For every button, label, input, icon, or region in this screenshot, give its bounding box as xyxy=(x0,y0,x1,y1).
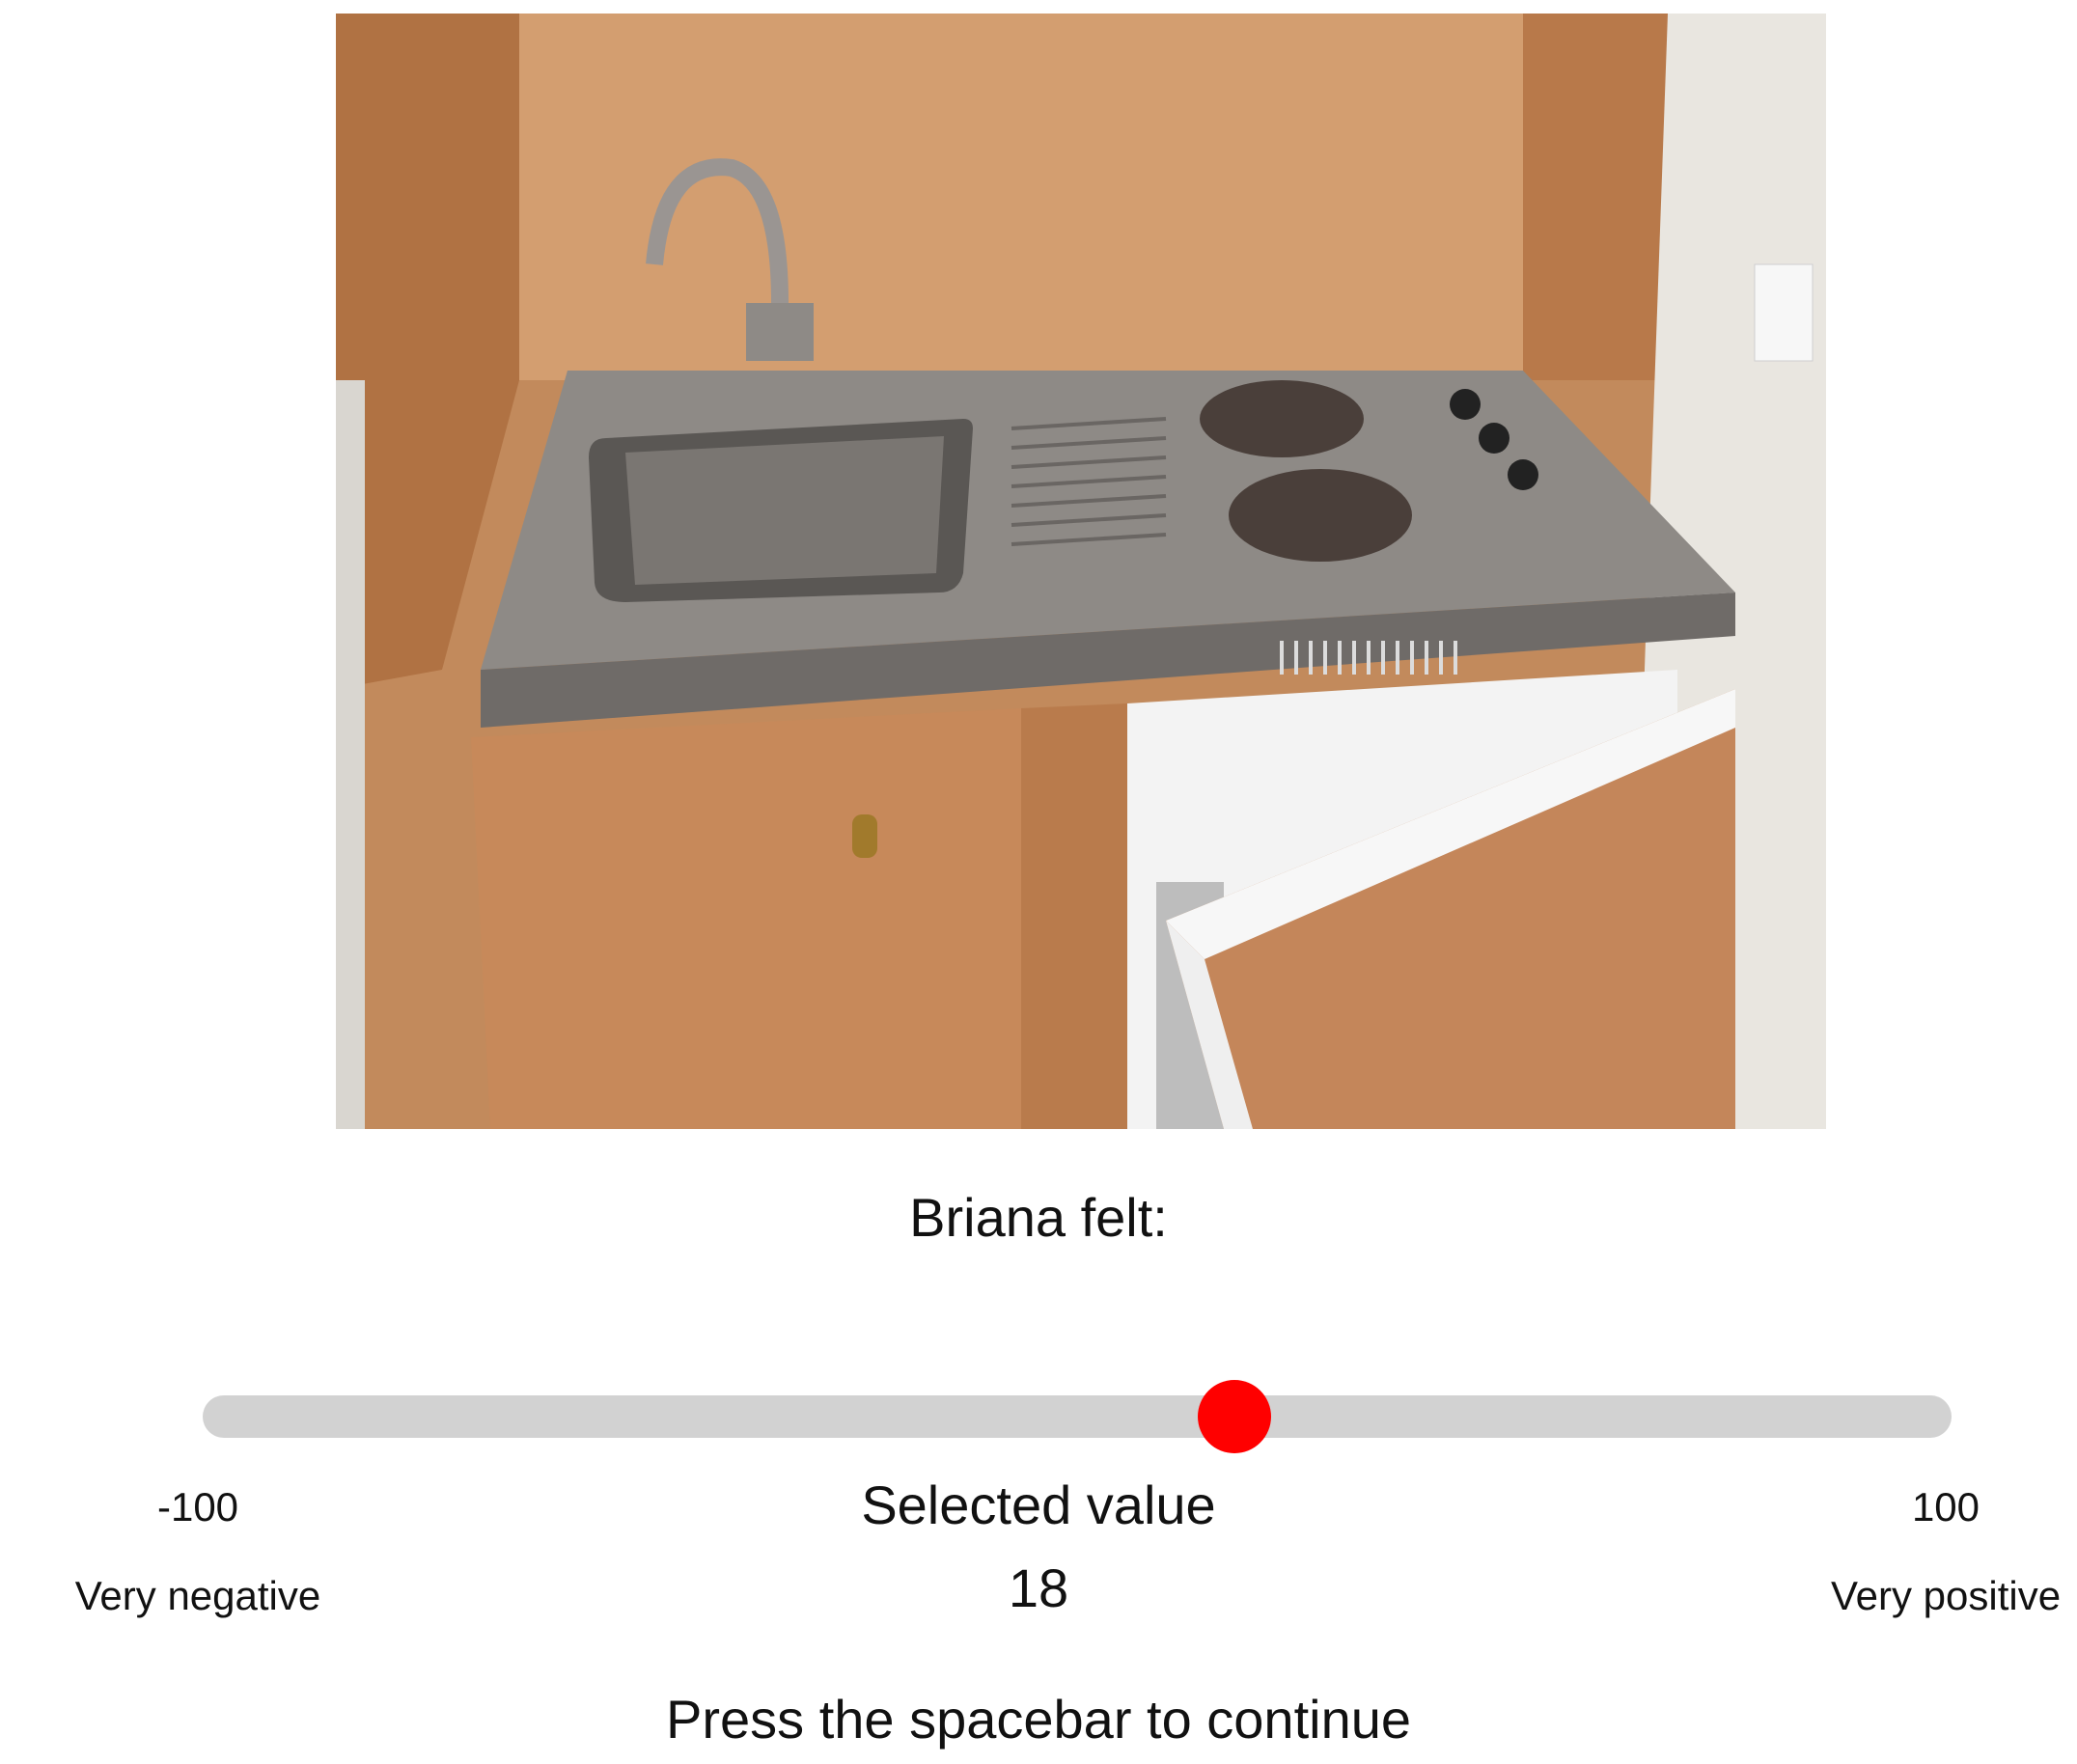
slider-min-anchor: Very negative xyxy=(74,1573,321,1618)
kitchenette-photo xyxy=(336,14,1826,1129)
rating-slider-track[interactable] xyxy=(203,1380,1952,1453)
continue-instruction: Press the spacebar to continue xyxy=(665,1689,1412,1750)
slider-max-anchor: Very positive xyxy=(1830,1573,2062,1618)
stimulus-image xyxy=(336,14,1826,1129)
selected-value-label: Selected value xyxy=(861,1475,1216,1535)
trial-prompt: Briana felt: xyxy=(909,1187,1168,1248)
rating-slider-thumb[interactable] xyxy=(1198,1380,1272,1453)
